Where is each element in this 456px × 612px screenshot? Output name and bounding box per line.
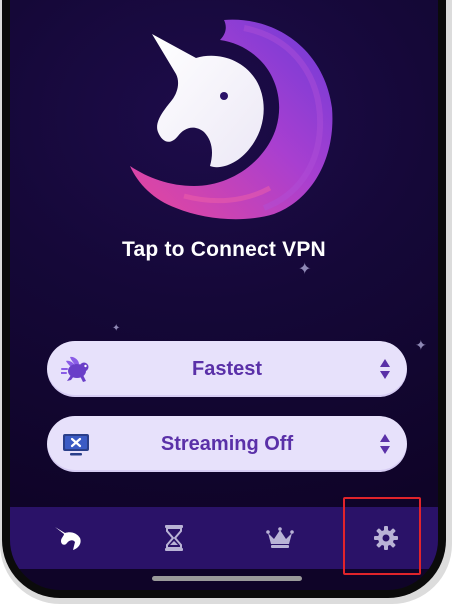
sort-arrows-icon bbox=[379, 431, 391, 457]
settings-highlight-box bbox=[343, 497, 421, 575]
nav-item-premium[interactable] bbox=[235, 507, 325, 569]
sparkle-icon: ✦ bbox=[112, 323, 121, 334]
nav-item-home[interactable] bbox=[23, 507, 113, 569]
home-indicator bbox=[152, 576, 302, 581]
unicorn-logo-icon bbox=[130, 19, 333, 220]
hourglass-icon bbox=[165, 525, 183, 551]
crown-icon bbox=[266, 527, 294, 548]
nav-item-history[interactable] bbox=[129, 507, 219, 569]
sparkle-icon: ✦ bbox=[415, 337, 427, 353]
sparkle-icon: ✦ bbox=[298, 261, 312, 278]
streaming-selector-label: Streaming Off bbox=[160, 433, 294, 455]
server-selector-label: Fastest bbox=[191, 358, 263, 380]
unicorn-home-icon bbox=[55, 527, 81, 550]
sort-arrows-icon bbox=[379, 356, 391, 382]
connect-vpn-button[interactable] bbox=[124, 18, 336, 223]
connect-label: Tap to Connect VPN bbox=[122, 238, 326, 261]
streaming-selector[interactable]: Streaming Off bbox=[47, 416, 407, 472]
server-selector[interactable]: Fastest bbox=[47, 341, 407, 397]
